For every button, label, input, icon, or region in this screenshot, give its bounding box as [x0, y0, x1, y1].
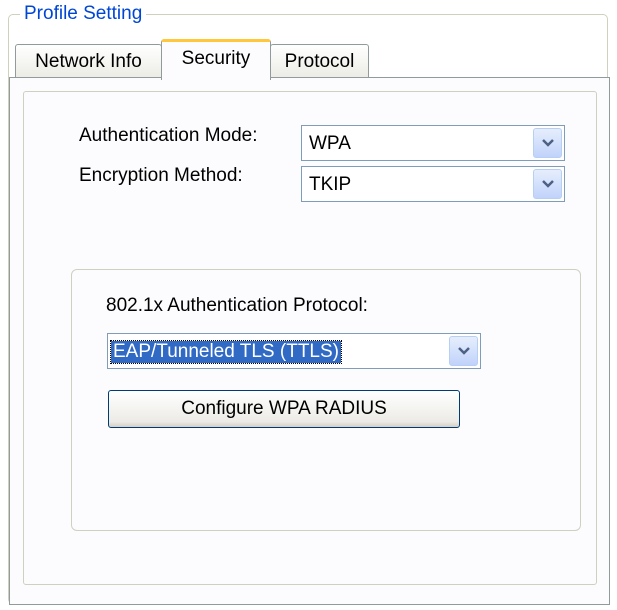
tab-protocol[interactable]: Protocol — [270, 44, 369, 78]
encryption-label: Encryption Method: — [79, 165, 243, 186]
group-title: Profile Setting — [20, 3, 147, 25]
chevron-down-icon[interactable] — [449, 336, 478, 366]
tab-label: Protocol — [284, 50, 355, 72]
tab-label: Network Info — [35, 50, 142, 72]
chevron-down-icon[interactable] — [533, 128, 562, 158]
security-tab-panel: Authentication Mode: WPA Encryption Meth… — [9, 77, 610, 605]
auth-protocol-label: 802.1x Authentication Protocol: — [106, 295, 368, 316]
encryption-value: TKIP — [309, 174, 352, 195]
security-panel-frame: Authentication Mode: WPA Encryption Meth… — [23, 91, 597, 585]
encryption-select[interactable]: TKIP — [301, 166, 565, 202]
chevron-down-icon[interactable] — [533, 169, 562, 199]
auth-protocol-select[interactable]: EAP/Tunneled TLS (TTLS) — [107, 333, 481, 369]
auth-protocol-group: 802.1x Authentication Protocol: EAP/Tunn… — [71, 269, 581, 531]
auth-protocol-value: EAP/Tunneled TLS (TTLS) — [110, 340, 342, 364]
auth-mode-select[interactable]: WPA — [301, 125, 565, 161]
tab-security[interactable]: Security — [161, 39, 271, 80]
tab-network-info[interactable]: Network Info — [15, 44, 162, 78]
auth-mode-label: Authentication Mode: — [79, 125, 258, 146]
configure-wpa-radius-button[interactable]: Configure WPA RADIUS — [108, 390, 460, 428]
auth-mode-value: WPA — [309, 133, 351, 154]
tab-label: Security — [181, 48, 251, 69]
